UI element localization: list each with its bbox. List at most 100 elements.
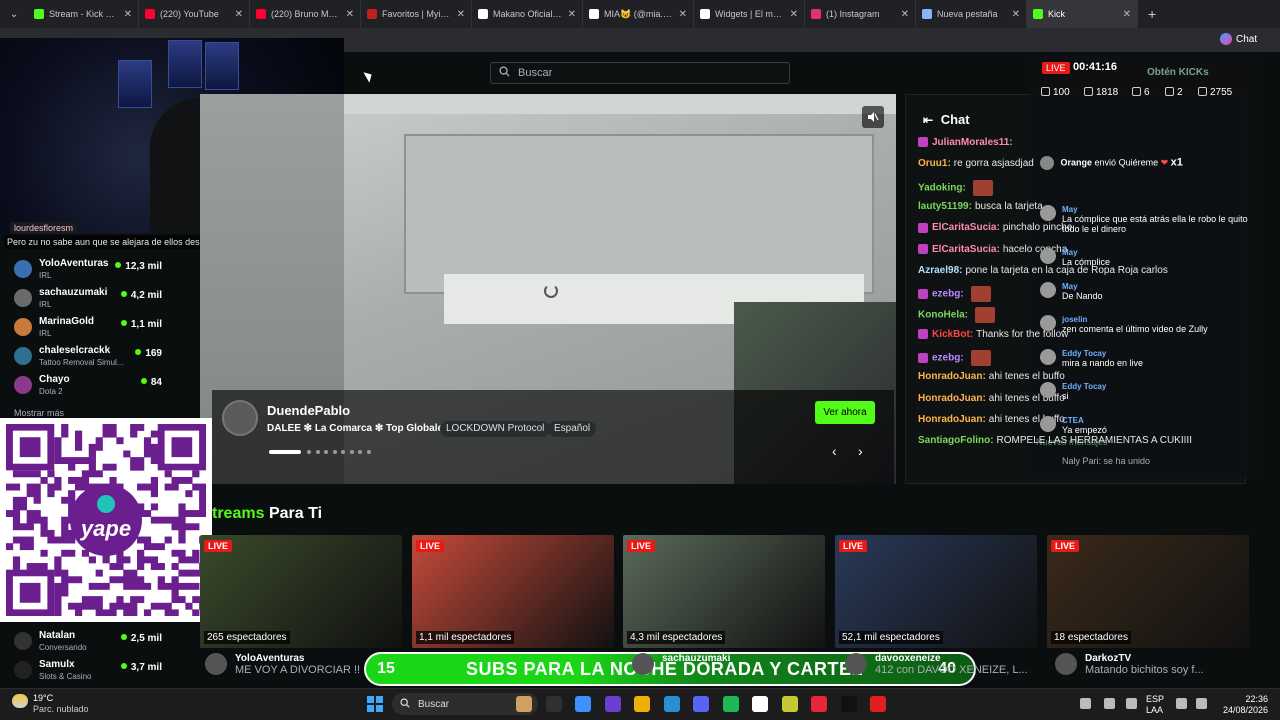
system-tray-icon[interactable] [1126, 698, 1137, 709]
stream-card[interactable]: LIVE 4,3 mil espectadores [623, 535, 825, 648]
system-tray-icon[interactable] [1104, 698, 1115, 709]
input-layout[interactable]: LAA [1146, 705, 1163, 715]
chat-username[interactable]: SantiagoFolino: [918, 435, 994, 446]
browser-tab[interactable]: Makano Oficial (@m ✕ [472, 0, 583, 28]
card-channel-name[interactable]: sachauzumaki [662, 653, 730, 664]
obtain-kicks-button[interactable]: Obtén KICKs [1147, 67, 1209, 78]
tab-close-icon[interactable]: ✕ [457, 9, 465, 20]
stream-card[interactable]: LIVE 18 espectadores [1047, 535, 1249, 648]
chat-username[interactable]: Oruu1: [918, 158, 951, 169]
card-channel-name[interactable]: YoloAventuras [235, 653, 360, 664]
chat-username[interactable]: HonradoJuan: [918, 414, 986, 425]
new-tab-icon[interactable]: + [1148, 6, 1156, 22]
browser-tab[interactable]: (1) Instagram ✕ [805, 0, 916, 28]
taskbar-clock[interactable]: 22:36 [1222, 694, 1268, 704]
card-stream-title[interactable]: ME VOY A DIVORCIAR !! [235, 664, 360, 676]
featured-tag[interactable]: Español [548, 421, 597, 437]
taskbar-app-icon[interactable] [781, 696, 798, 712]
tab-close-icon[interactable]: ✕ [1123, 9, 1131, 20]
card-avatar[interactable] [845, 653, 867, 675]
tab-close-icon[interactable]: ✕ [124, 9, 132, 20]
taskbar-date[interactable]: 24/08/2026 [1210, 705, 1268, 715]
carousel-dot[interactable] [324, 450, 328, 454]
sidebar-channel[interactable]: chaleselcrackk Tattoo Removal Simul... 169 [0, 343, 200, 371]
taskbar-app-icon[interactable] [870, 696, 886, 712]
browser-tab[interactable]: MIA😺 (@mia.3s) | T ✕ [583, 0, 694, 28]
tab-list-icon[interactable]: ⌄ [0, 9, 28, 20]
taskbar-app-icon[interactable] [693, 696, 709, 712]
chat-username[interactable]: ElCaritaSucia: [932, 222, 1000, 233]
taskbar-app-icon[interactable] [634, 696, 650, 712]
stream-card[interactable]: LIVE 1,1 mil espectadores [412, 535, 614, 648]
sidebar-channel[interactable]: Natalan Conversando 2,5 mil [0, 628, 200, 656]
carousel-prev-icon[interactable]: ‹ [832, 443, 837, 459]
browser-tab[interactable]: Stream - Kick Dashb ✕ [28, 0, 139, 28]
weather-icon[interactable] [12, 694, 28, 708]
browser-tab[interactable]: Favoritos | Myinstan ✕ [361, 0, 472, 28]
chat-username[interactable]: ezebg: [932, 289, 964, 300]
carousel-dot[interactable] [349, 450, 354, 454]
chat-username[interactable]: HonradoJuan: [918, 371, 986, 382]
taskbar-app-icon[interactable] [811, 696, 827, 712]
carousel-dot-active[interactable] [269, 450, 301, 454]
chat-username[interactable]: HonradoJuan: [918, 393, 986, 404]
card-avatar[interactable] [1055, 653, 1077, 675]
carousel-dot[interactable] [341, 450, 345, 454]
browser-tab[interactable]: (220) YouTube ✕ [139, 0, 250, 28]
sidebar-channel[interactable]: sachauzumaki IRL 4,2 mil [0, 285, 200, 313]
featured-streamer-name[interactable]: DuendePablo [267, 403, 350, 418]
sidebar-channel[interactable]: YoloAventuras IRL 12,3 mil [0, 256, 200, 284]
carousel-dot[interactable] [332, 450, 337, 454]
tab-close-icon[interactable]: ✕ [346, 9, 354, 20]
chat-username[interactable]: ezebg: [932, 353, 964, 364]
card-stream-title[interactable]: Matando bichitos soy f... [1085, 664, 1204, 676]
carousel-dot[interactable] [366, 450, 371, 454]
chat-username[interactable]: Yadoking: [918, 182, 966, 193]
carousel-next-icon[interactable]: › [858, 443, 863, 459]
card-channel-name[interactable]: DarkozTV [1085, 653, 1204, 664]
taskbar-app-icon[interactable] [840, 696, 857, 712]
featured-streamer-avatar[interactable] [222, 400, 258, 436]
start-icon[interactable] [367, 696, 383, 712]
tab-close-icon[interactable]: ✕ [679, 9, 687, 20]
browser-tab[interactable]: Widgets | El mejor s ✕ [694, 0, 805, 28]
tab-close-icon[interactable]: ✕ [235, 9, 243, 20]
taskbar-app-icon[interactable] [575, 696, 591, 712]
carousel-dot[interactable] [315, 450, 320, 454]
chat-collapse-icon[interactable]: ⇤ [923, 113, 933, 127]
chat-button[interactable]: Chat [1220, 33, 1257, 45]
card-channel-name[interactable]: davooxeneize [875, 653, 1028, 664]
browser-tab[interactable]: Kick ✕ [1027, 0, 1138, 28]
taskbar-app-icon[interactable] [722, 696, 739, 712]
system-tray-icon[interactable] [1080, 698, 1091, 709]
stream-card[interactable]: LIVE 52,1 mil espectadores [835, 535, 1037, 648]
chat-username[interactable]: lauty51199: [918, 201, 972, 212]
browser-tab[interactable]: Nueva pestaña ✕ [916, 0, 1027, 28]
system-tray-icon[interactable] [1176, 698, 1187, 709]
carousel-dot[interactable] [307, 450, 311, 454]
card-avatar[interactable] [632, 653, 654, 675]
tab-close-icon[interactable]: ✕ [901, 9, 909, 20]
input-language[interactable]: ESP [1146, 694, 1164, 704]
chat-username[interactable]: JulianMorales11: [932, 137, 1013, 148]
sidebar-channel[interactable]: Chayo Dota 2 84 [0, 372, 200, 400]
chat-username[interactable]: ElCaritaSucia: [932, 244, 1000, 255]
featured-tag[interactable]: LOCKDOWN Protocol [440, 421, 551, 437]
card-stream-title[interactable]: 412 con DAVOO XENEIZE, L... [875, 664, 1028, 676]
mute-icon[interactable] [862, 106, 884, 128]
taskbar-app-icon[interactable] [604, 696, 621, 712]
sidebar-channel[interactable]: Samulx Slots & Casino 3,7 mil [0, 657, 200, 685]
sidebar-channel[interactable]: MarinaGold IRL 1,1 mil [0, 314, 200, 342]
browser-tab[interactable]: (220) Bruno Mars - ✕ [250, 0, 361, 28]
tab-close-icon[interactable]: ✕ [1012, 9, 1020, 20]
taskbar-app-icon[interactable] [545, 696, 562, 712]
carousel-dot[interactable] [358, 450, 362, 454]
show-more-link[interactable]: Mostrar más [14, 408, 64, 418]
tab-close-icon[interactable]: ✕ [568, 9, 576, 20]
chat-username[interactable]: KonoHela: [918, 310, 968, 321]
search-input[interactable]: Buscar [490, 62, 790, 84]
watch-now-button[interactable]: Ver ahora [815, 401, 875, 424]
chat-username[interactable]: Azrael98: [918, 265, 962, 276]
taskbar-app-icon[interactable] [752, 696, 768, 712]
taskbar-app-icon[interactable] [663, 696, 680, 712]
